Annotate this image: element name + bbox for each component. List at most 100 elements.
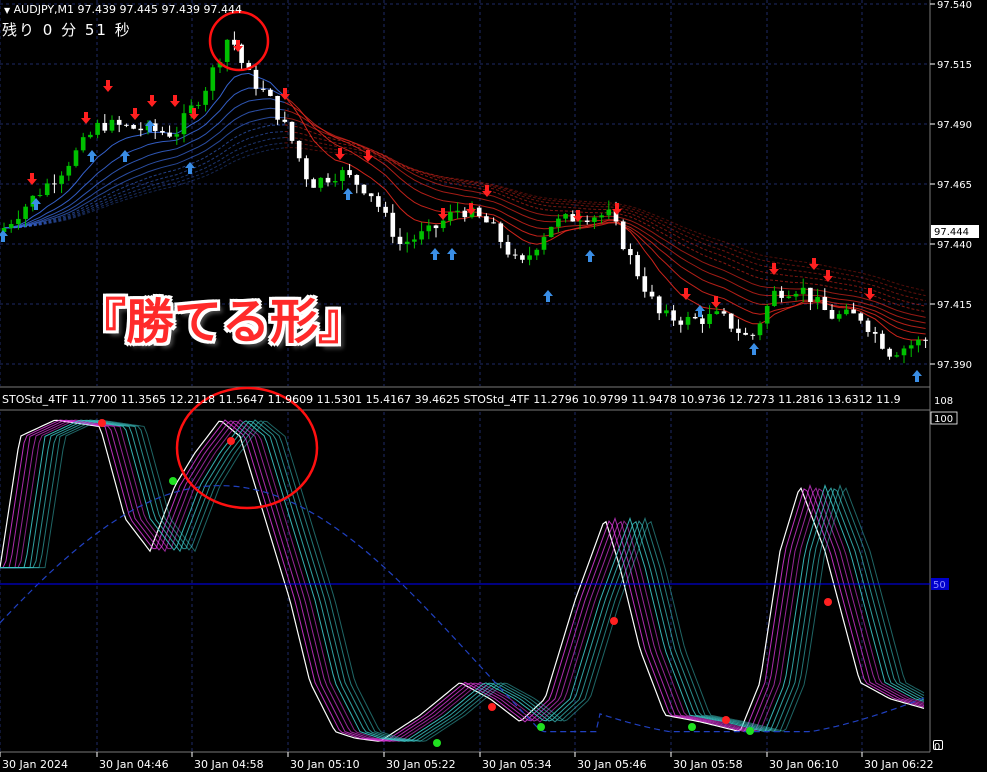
- candle-body: [764, 305, 770, 324]
- candle-body: [44, 183, 50, 196]
- candle-body: [800, 287, 806, 294]
- price-axis-label: 97.465: [937, 180, 972, 191]
- candle-body: [606, 209, 612, 216]
- time-axis-label: 30 Jan 05:22: [386, 758, 456, 771]
- candle-body: [368, 193, 374, 197]
- signal-dot: [746, 727, 754, 735]
- time-axis-label: 30 Jan 05:46: [577, 758, 647, 771]
- candle-body: [332, 180, 338, 183]
- candle-body: [268, 89, 273, 96]
- candle-body: [534, 249, 540, 256]
- candle-body: [433, 225, 439, 229]
- candle-body: [124, 124, 129, 126]
- signal-dot: [610, 617, 618, 625]
- signal-dot: [824, 598, 832, 606]
- candle-body: [520, 255, 525, 260]
- candle-body: [116, 119, 122, 125]
- candle-body: [692, 316, 698, 319]
- candle-body: [325, 177, 331, 183]
- candle-body: [678, 320, 684, 325]
- candle-body: [282, 119, 288, 122]
- candle-body: [347, 170, 352, 176]
- candle-body: [23, 206, 28, 219]
- symbol-line: AUDJPY,M1 97.439 97.445 97.439 97.444: [13, 3, 242, 16]
- indicator-axis-top: 108: [934, 396, 953, 407]
- candle-body: [916, 339, 921, 346]
- candle-body: [426, 225, 432, 232]
- candle-body: [872, 331, 878, 334]
- candle-body: [908, 345, 914, 349]
- indicator-axis-100: 100: [934, 414, 953, 425]
- signal-dot: [537, 723, 545, 731]
- candle-body: [880, 333, 885, 349]
- candle-body: [73, 150, 79, 166]
- candle-body: [66, 165, 72, 176]
- symbol-header: ▼ AUDJPY,M1 97.439 97.445 97.439 97.444: [4, 3, 242, 16]
- candle-body: [541, 237, 547, 250]
- candle-body: [793, 293, 799, 297]
- time-axis-label: 30 Jan 04:46: [99, 758, 169, 771]
- candle-body: [923, 339, 928, 341]
- time-axis-label: 30 Jan 06:22: [864, 758, 934, 771]
- price-axis-label: 97.440: [937, 240, 972, 251]
- signal-dot: [169, 477, 177, 485]
- candle-body: [858, 313, 864, 321]
- candle-body: [844, 309, 849, 315]
- candle-body: [664, 310, 669, 314]
- candle-body: [383, 206, 388, 213]
- countdown-timer: 残り 0 分 51 秒: [2, 21, 132, 39]
- signal-dot: [488, 703, 496, 711]
- price-axis-label: 97.515: [937, 60, 972, 71]
- lock-icon[interactable]: [933, 740, 943, 750]
- candle-body: [340, 170, 345, 181]
- candle-body: [865, 320, 871, 332]
- candle-body: [584, 220, 590, 222]
- signal-dot: [688, 723, 696, 731]
- candle-body: [707, 314, 712, 324]
- candle-body: [736, 328, 741, 333]
- candle-body: [296, 140, 302, 159]
- candle-body: [109, 119, 115, 131]
- chart-canvas[interactable]: 97.540 97.515 97.490 97.465 97.440 97.415 97.3…: [0, 0, 987, 772]
- candle-body: [462, 210, 468, 218]
- candle-body: [592, 217, 597, 222]
- time-axis-label: 30 Jan 2024: [2, 758, 68, 771]
- time-axis-label: 30 Jan 05:10: [290, 758, 360, 771]
- candle-body: [721, 311, 727, 314]
- indicator-info-line: STOStd_4TF 11.7700 11.3565 12.2118 11.56…: [2, 393, 901, 406]
- candle-body: [174, 134, 180, 137]
- candle-body: [728, 313, 734, 329]
- candle-body: [750, 334, 756, 336]
- candle-body: [743, 332, 748, 335]
- candle-body: [808, 287, 813, 302]
- candle-body: [253, 69, 259, 89]
- candle-body: [548, 226, 554, 238]
- signal-dot: [722, 716, 730, 724]
- candle-body: [196, 104, 201, 106]
- candle-body: [772, 290, 777, 306]
- candle-body: [167, 132, 172, 137]
- candle-body: [37, 195, 43, 197]
- candle-body: [894, 355, 900, 357]
- candle-body: [570, 214, 576, 222]
- candle-body: [822, 296, 828, 310]
- candle-body: [527, 255, 532, 260]
- candle-body: [131, 124, 136, 129]
- candle-body: [397, 236, 403, 245]
- price-axis-label: 97.415: [937, 300, 972, 311]
- candle-body: [59, 175, 64, 184]
- candle-body: [275, 95, 280, 120]
- candle-body: [505, 241, 511, 255]
- candle-body: [95, 122, 100, 135]
- candle-body: [671, 310, 676, 321]
- price-axis-label: 97.540: [937, 0, 972, 11]
- signal-dot: [98, 419, 106, 427]
- candle-body: [160, 130, 165, 133]
- candle-body: [440, 220, 446, 229]
- candle-body: [8, 224, 14, 228]
- time-axis-label: 30 Jan 04:58: [194, 758, 264, 771]
- candle-body: [901, 348, 907, 356]
- candle-body: [498, 223, 504, 242]
- dropdown-triangle-icon[interactable]: ▼: [4, 6, 10, 15]
- candle-body: [649, 291, 655, 297]
